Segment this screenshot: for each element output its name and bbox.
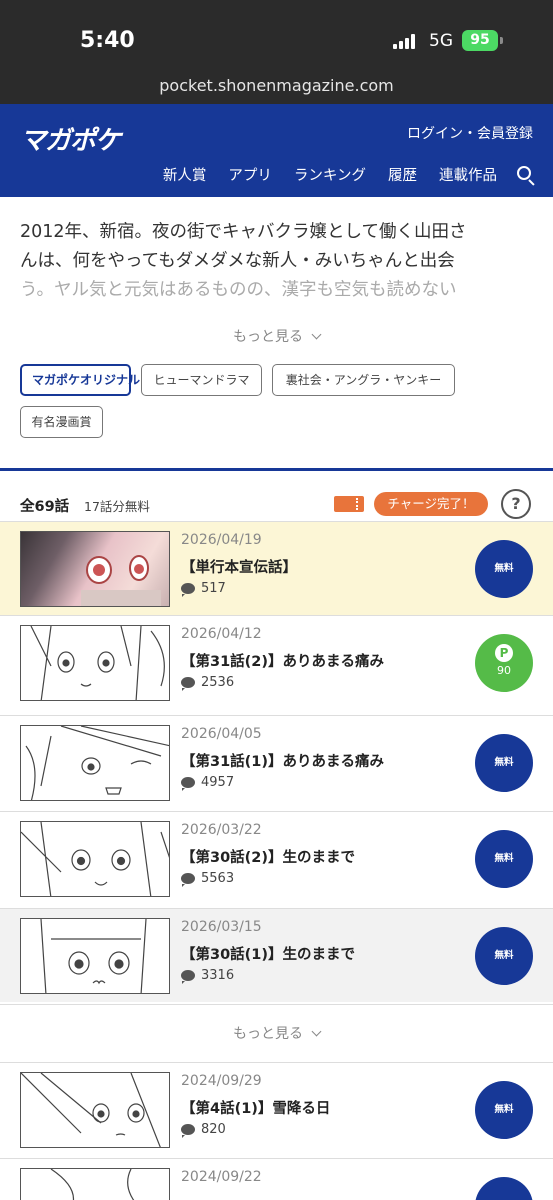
comment-count: 517 — [201, 581, 226, 596]
episode-comments: 2536 — [181, 675, 235, 691]
comment-count: 4957 — [201, 775, 235, 790]
episode-row[interactable]: 2026/04/19 【単行本宣伝話】 517 無料 — [0, 521, 553, 615]
comment-icon — [181, 873, 195, 887]
read-free-button[interactable]: 無料 — [475, 734, 533, 792]
nav-item-app[interactable]: アプリ — [228, 164, 272, 185]
chevron-down-icon — [311, 329, 322, 340]
episode-title: 【第31話(1)】ありあまる痛み — [181, 754, 385, 770]
chevron-down-icon — [311, 1026, 322, 1037]
site-header: マガポケ ログイン・会員登録 新人賞 アプリ ランキング 履歴 連載作品 — [0, 104, 553, 197]
login-link[interactable]: ログイン・会員登録 — [407, 123, 533, 143]
episode-title: 【単行本宣伝話】 — [181, 560, 297, 576]
free-episode-count: 17話分無料 — [84, 499, 150, 514]
read-free-button[interactable]: 無料 — [475, 927, 533, 985]
battery-icon: 95 — [462, 30, 498, 51]
episode-date: 2026/04/12 — [181, 626, 262, 642]
nav-item-history[interactable]: 履歴 — [388, 164, 417, 185]
show-more-episodes[interactable]: もっと見る — [0, 1004, 553, 1062]
episode-comments: 3316 — [181, 968, 235, 984]
episode-title: 【第4話(1)】雪降る日 — [181, 1101, 331, 1117]
tag-drama[interactable]: ヒューマンドラマ — [141, 364, 262, 396]
read-free-button[interactable] — [475, 1177, 533, 1200]
show-more-synopsis[interactable]: もっと見る — [0, 326, 553, 346]
battery-tip-icon — [500, 37, 503, 44]
synopsis-line: んは、何をやってもダメダメな新人・みいちゃんと出会 — [20, 251, 455, 271]
nav-item-ranking[interactable]: ランキング — [294, 164, 366, 185]
search-icon[interactable] — [517, 165, 535, 186]
comment-icon — [181, 970, 195, 984]
show-more-label: もっと見る — [233, 1026, 303, 1042]
tag-award[interactable]: 有名漫画賞 — [20, 406, 103, 438]
comment-icon — [181, 1124, 195, 1138]
comment-icon — [181, 677, 195, 691]
episode-row[interactable]: 2026/03/22 【第30話(2)】生のままで 5563 無料 — [0, 811, 553, 905]
network-type: 5G — [429, 31, 453, 51]
signal-icon — [393, 33, 419, 49]
episode-thumbnail — [20, 625, 170, 701]
point-price: 90 — [497, 664, 511, 677]
comment-icon — [181, 583, 195, 597]
episode-title: 【第30話(1)】生のままで — [181, 947, 356, 963]
comment-count: 820 — [201, 1122, 226, 1137]
comment-icon — [181, 777, 195, 791]
episode-date: 2026/03/22 — [181, 822, 262, 838]
episode-list-header: 全69話 17話分無料 チャージ完了！ ? — [0, 485, 553, 521]
address-bar[interactable]: pocket.shonenmagazine.com — [0, 76, 553, 95]
nav-item-series[interactable]: 連載作品 — [439, 164, 497, 185]
episode-comments: 517 — [181, 581, 226, 597]
status-time: 5:40 — [80, 28, 135, 53]
episode-title: 【第31話(2)】ありあまる痛み — [181, 654, 385, 670]
synopsis-line: 2012年、新宿。夜の街でキャバクラ嬢として働く山田さ — [20, 222, 467, 242]
comment-count: 2536 — [201, 675, 235, 690]
nav-item-award[interactable]: 新人賞 — [163, 164, 207, 185]
show-more-label: もっと見る — [233, 329, 303, 345]
ticket-icon — [334, 496, 364, 512]
episode-date: 2026/04/05 — [181, 726, 262, 742]
comment-count: 5563 — [201, 871, 235, 886]
status-bar: 5:40 5G 95 pocket.shonenmagazine.com — [0, 0, 553, 104]
episode-comments: 820 — [181, 1122, 226, 1138]
site-logo[interactable]: マガポケ — [20, 120, 121, 157]
help-icon[interactable]: ? — [501, 489, 531, 519]
episode-thumbnail — [20, 918, 170, 994]
episode-date: 2026/04/19 — [181, 532, 262, 548]
episode-title: 【第30話(2)】生のままで — [181, 850, 356, 866]
episode-date: 2024/09/29 — [181, 1073, 262, 1089]
episode-thumbnail — [20, 821, 170, 897]
read-free-button[interactable]: 無料 — [475, 1081, 533, 1139]
episode-date: 2026/03/15 — [181, 919, 262, 935]
synopsis: 2012年、新宿。夜の街でキャバクラ嬢として働く山田さ んは、何をやってもダメダ… — [20, 218, 533, 305]
point-icon: P — [495, 644, 513, 662]
episode-row[interactable]: 2024/09/22 — [0, 1158, 553, 1200]
read-free-button[interactable]: 無料 — [475, 540, 533, 598]
charge-complete-badge[interactable]: チャージ完了！ — [374, 492, 488, 516]
synopsis-line: う。ヤル気と元気はあるものの、漢字も空気も読めない — [20, 280, 457, 300]
episode-row[interactable]: 2026/04/05 【第31話(1)】ありあまる痛み 4957 無料 — [0, 715, 553, 809]
episode-row[interactable]: 2026/04/12 【第31話(2)】ありあまる痛み 2536 P 90 — [0, 615, 553, 709]
episode-row[interactable]: 2026/03/15 【第30話(1)】生のままで 3316 無料 — [0, 908, 553, 1002]
episode-total: 全69話 — [20, 499, 70, 515]
read-free-button[interactable]: 無料 — [475, 830, 533, 888]
point-purchase-button[interactable]: P 90 — [475, 634, 533, 692]
tag-underworld[interactable]: 裏社会・アングラ・ヤンキー — [272, 364, 455, 396]
episode-thumbnail — [20, 531, 170, 607]
main-nav: 新人賞 アプリ ランキング 履歴 連載作品 — [141, 164, 535, 186]
episode-date: 2024/09/22 — [181, 1169, 262, 1185]
episode-thumbnail — [20, 1168, 170, 1200]
tag-original[interactable]: マガポケオリジナル — [20, 364, 140, 396]
section-divider — [0, 468, 553, 471]
episode-thumbnail — [20, 725, 170, 801]
episode-thumbnail — [20, 1072, 170, 1148]
episode-row[interactable]: 2024/09/29 【第4話(1)】雪降る日 820 無料 — [0, 1062, 553, 1156]
episode-comments: 5563 — [181, 871, 235, 887]
comment-count: 3316 — [201, 968, 235, 983]
episode-comments: 4957 — [181, 775, 235, 791]
